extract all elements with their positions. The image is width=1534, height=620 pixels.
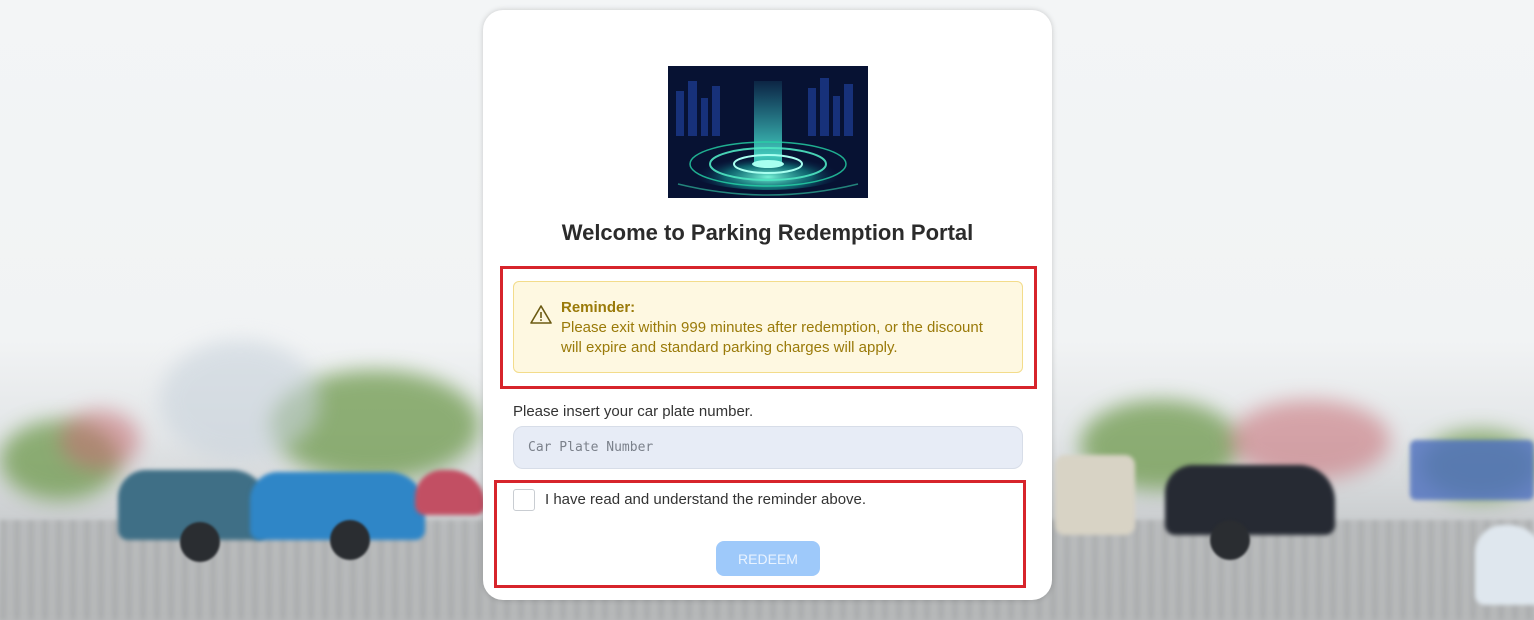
reminder-message: Please exit within 999 minutes after red…	[561, 319, 983, 356]
redemption-card: Welcome to Parking Redemption Portal Rem…	[483, 10, 1052, 600]
acknowledge-checkbox[interactable]	[513, 489, 535, 511]
warning-icon	[530, 305, 552, 324]
plate-field-label: Please insert your car plate number.	[513, 403, 754, 420]
redeem-button[interactable]: REDEEM	[716, 541, 820, 576]
reminder-heading: Reminder:	[561, 299, 636, 316]
reminder-alert: Reminder: Please exit within 999 minutes…	[513, 281, 1023, 373]
car-plate-input[interactable]	[513, 426, 1023, 469]
page-title: Welcome to Parking Redemption Portal	[561, 220, 974, 245]
hero-illustration	[668, 66, 868, 198]
acknowledge-label[interactable]: I have read and understand the reminder …	[545, 491, 866, 508]
hero-image	[668, 66, 868, 198]
